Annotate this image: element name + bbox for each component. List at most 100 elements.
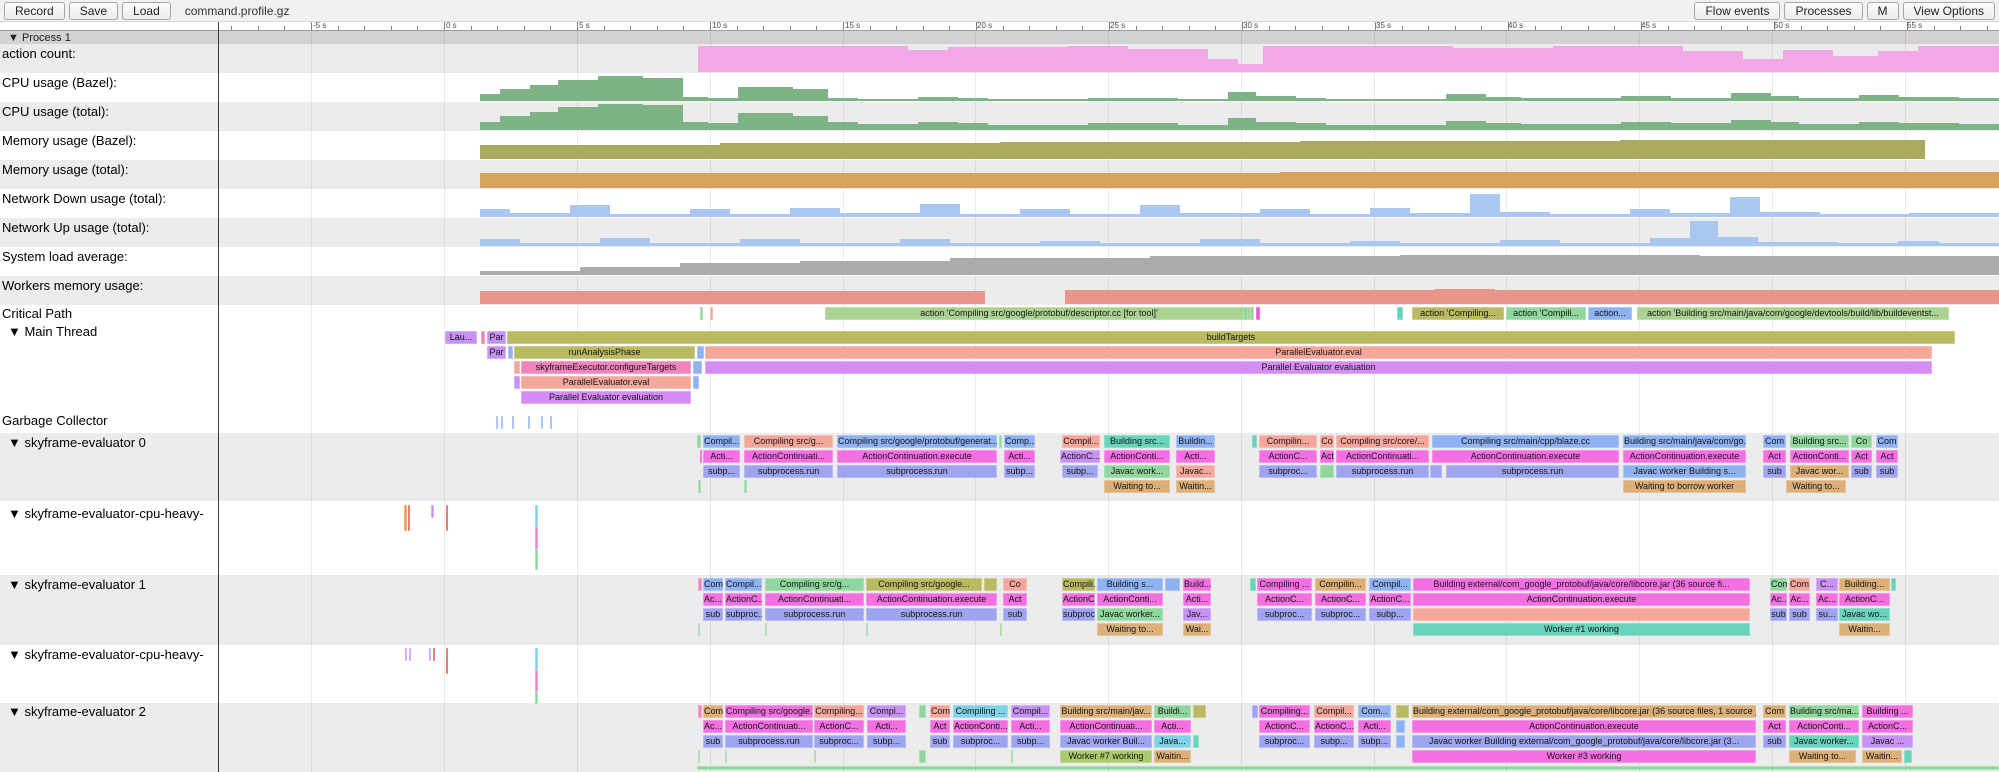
event-bar-skyframe-evaluator-0[interactable]: Building src... [1104, 435, 1170, 448]
event-bar-skyframe-evaluator-2[interactable]: ActionC... [1862, 720, 1913, 733]
event-bar-skyframe-evaluator-2[interactable]: sub [930, 735, 950, 748]
event-bar-skyframe-evaluator-0[interactable]: sub [1763, 465, 1786, 478]
event-bar-main-thread[interactable]: Parallel Evaluator evaluation [521, 391, 691, 404]
event-bar-skyframe-evaluator-2[interactable]: ActionC... [1314, 720, 1354, 733]
event-bar-skyframe-evaluator-1[interactable]: Compiling src/g... [765, 578, 864, 591]
event-bar-garbage-collector[interactable] [512, 416, 514, 429]
event-bar-skyframe-evaluator-1[interactable] [984, 578, 997, 591]
event-bar-skyframe-evaluator-0[interactable]: Building src/main/java/com/go... [1623, 435, 1746, 448]
event-bar-skyframe-evaluator-2[interactable]: Com... [1358, 705, 1391, 718]
event-bar-main-thread[interactable]: Parallel Evaluator evaluation [705, 361, 1932, 374]
event-bar-main-thread[interactable]: skyframeExecutor.configureTargets [521, 361, 691, 374]
event-bar-skyframe-evaluator-2[interactable]: Compiling... [1259, 705, 1310, 718]
save-button[interactable]: Save [69, 2, 118, 20]
event-bar-skyframe-evaluator-0[interactable]: ActionC... [1060, 450, 1100, 463]
event-bar-skyframe-evaluator-2[interactable]: ActionC... [814, 720, 864, 733]
event-bar-skyframe-evaluator-0[interactable]: subprocess.run [744, 465, 833, 478]
event-bar-skyframe-evaluator-1[interactable]: C... [1816, 578, 1838, 591]
event-bar-skyframe-evaluator-2[interactable]: Com [930, 705, 950, 718]
event-bar-skyframe-evaluator-2[interactable]: Com [1763, 705, 1786, 718]
event-bar-skyframe-evaluator-0[interactable]: ActionContinuation.execute [837, 450, 997, 463]
event-bar-skyframe-evaluator-1[interactable]: Acti... [1183, 593, 1211, 606]
event-bar-skyframe-evaluator-cpu-heavy-2[interactable] [405, 648, 407, 661]
event-bar-skyframe-evaluator-2[interactable]: subp... [1358, 735, 1391, 748]
event-bar-skyframe-evaluator-1[interactable]: Compil... [725, 578, 762, 591]
event-bar-skyframe-evaluator-0[interactable]: ActionContinuation.execute [1432, 450, 1619, 463]
event-bar-skyframe-evaluator-2[interactable] [1011, 750, 1013, 763]
event-bar-skyframe-evaluator-1[interactable]: ActionContinuati... [765, 593, 864, 606]
event-bar-skyframe-evaluator-2[interactable]: Javac worker Buil... [1060, 735, 1152, 748]
event-bar-critical-path[interactable]: action 'Compiling src/google/protobuf/de… [825, 307, 1253, 320]
event-bar-critical-path[interactable] [1243, 307, 1248, 320]
event-bar-skyframe-evaluator-2[interactable]: Compi... [867, 705, 906, 718]
event-bar-skyframe-evaluator-2[interactable]: Building ... [1862, 705, 1913, 718]
event-bar-main-thread[interactable] [514, 361, 520, 374]
event-bar-critical-path[interactable]: action 'Compiling... [1412, 307, 1504, 320]
event-bar-skyframe-evaluator-0[interactable]: subprocess.run [1336, 465, 1429, 478]
event-bar-skyframe-evaluator-2[interactable]: Javac worker... [1789, 735, 1859, 748]
event-bar-critical-path[interactable]: action... [1588, 307, 1632, 320]
event-bar-skyframe-evaluator-1[interactable]: Ac... [1770, 593, 1787, 606]
event-bar-skyframe-evaluator-1[interactable] [1000, 623, 1002, 636]
event-bar-skyframe-evaluator-1[interactable]: sub [1789, 608, 1810, 621]
event-bar-skyframe-evaluator-1[interactable]: Building... [1839, 578, 1890, 591]
event-bar-skyframe-evaluator-2[interactable]: Act [930, 720, 950, 733]
event-bar-skyframe-evaluator-2[interactable]: subp... [1011, 735, 1050, 748]
event-bar-skyframe-evaluator-1[interactable]: Compil... [1369, 578, 1411, 591]
event-bar-skyframe-evaluator-0[interactable]: ActionConti... [1104, 450, 1170, 463]
event-bar-skyframe-evaluator-2[interactable]: Javac ... [1862, 735, 1913, 748]
event-bar-skyframe-evaluator-1[interactable]: ActionC... [1839, 593, 1890, 606]
event-bar-skyframe-evaluator-0[interactable]: Waiting to borrow worker [1623, 480, 1746, 493]
event-bar-skyframe-evaluator-1[interactable]: Co [1003, 578, 1027, 591]
event-bar-skyframe-evaluator-1[interactable]: ActionC... [1062, 593, 1095, 606]
event-bar-critical-path[interactable] [1250, 307, 1254, 320]
event-bar-skyframe-evaluator-2[interactable]: subproc... [814, 735, 864, 748]
event-bar-skyframe-evaluator-1[interactable]: Compiling ... [1257, 578, 1312, 591]
event-bar-skyframe-evaluator-0[interactable] [1320, 465, 1334, 478]
event-bar-skyframe-evaluator-1[interactable]: subproc... [1257, 608, 1312, 621]
event-bar-skyframe-evaluator-cpu-heavy-1[interactable] [431, 505, 434, 518]
event-bar-skyframe-evaluator-1[interactable]: Build... [1183, 578, 1211, 591]
event-bar-skyframe-evaluator-2[interactable]: Ac... [703, 720, 723, 733]
event-bar-skyframe-evaluator-2[interactable] [1193, 705, 1206, 718]
row-label[interactable]: ▼ skyframe-evaluator 1 [8, 577, 146, 592]
event-bar-skyframe-evaluator-2[interactable]: subp... [867, 735, 906, 748]
event-bar-skyframe-evaluator-0[interactable]: Buildin... [1176, 435, 1215, 448]
event-bar-skyframe-evaluator-0[interactable] [1430, 465, 1442, 478]
event-bar-skyframe-evaluator-0[interactable]: Comp... [1004, 435, 1035, 448]
event-bar-skyframe-evaluator-1[interactable]: ActionC... [1369, 593, 1411, 606]
event-bar-critical-path[interactable]: action 'Building src/main/java/com/googl… [1637, 307, 1949, 320]
row-label[interactable]: ▼ skyframe-evaluator-cpu-heavy- [8, 647, 204, 662]
event-bar-main-thread[interactable] [693, 361, 702, 374]
event-bar-skyframe-evaluator-2[interactable] [1396, 735, 1405, 748]
event-bar-skyframe-evaluator-1[interactable]: Ac... [703, 593, 723, 606]
event-bar-skyframe-evaluator-0[interactable]: subprocess.run [1446, 465, 1619, 478]
event-bar-skyframe-evaluator-2[interactable]: Acti... [1011, 720, 1050, 733]
event-bar-skyframe-evaluator-1[interactable]: subproc... [725, 608, 762, 621]
event-bar-skyframe-evaluator-1[interactable]: Wai... [1183, 623, 1211, 636]
event-bar-main-thread[interactable]: Par [487, 346, 506, 359]
event-bar-skyframe-evaluator-1[interactable] [1250, 578, 1256, 591]
event-bar-critical-path[interactable]: action 'Compili... [1506, 307, 1586, 320]
event-bar-skyframe-evaluator-0[interactable]: Act [1320, 450, 1334, 463]
event-bar-skyframe-evaluator-2[interactable] [919, 705, 926, 718]
metrics-button[interactable]: M [1867, 2, 1899, 20]
event-bar-skyframe-evaluator-0[interactable]: Compil... [703, 435, 740, 448]
row-label[interactable]: ▼ skyframe-evaluator-cpu-heavy- [8, 506, 204, 521]
event-bar-skyframe-evaluator-1[interactable]: Compilin... [1315, 578, 1366, 591]
event-bar-critical-path[interactable] [700, 307, 703, 320]
event-bar-skyframe-evaluator-cpu-heavy-1[interactable] [535, 505, 538, 527]
event-bar-main-thread[interactable]: buildTargets [507, 331, 1955, 344]
event-bar-skyframe-evaluator-2[interactable]: Compil... [1011, 705, 1050, 718]
event-bar-skyframe-evaluator-1[interactable] [1413, 608, 1750, 621]
event-bar-main-thread[interactable] [508, 346, 513, 359]
event-bar-garbage-collector[interactable] [496, 416, 498, 429]
event-bar-skyframe-evaluator-1[interactable]: subp... [1369, 608, 1411, 621]
event-bar-skyframe-evaluator-1[interactable] [866, 623, 868, 636]
event-bar-skyframe-evaluator-0[interactable]: ActionContinuati... [1336, 450, 1429, 463]
event-bar-skyframe-evaluator-2[interactable]: ActionConti... [953, 720, 1008, 733]
event-bar-skyframe-evaluator-0[interactable]: subp... [1004, 465, 1035, 478]
event-bar-skyframe-evaluator-2[interactable]: ActionC... [1259, 720, 1310, 733]
event-bar-skyframe-evaluator-2[interactable]: Building src/ma... [1789, 705, 1859, 718]
event-bar-skyframe-evaluator-0[interactable]: Acti... [703, 450, 740, 463]
